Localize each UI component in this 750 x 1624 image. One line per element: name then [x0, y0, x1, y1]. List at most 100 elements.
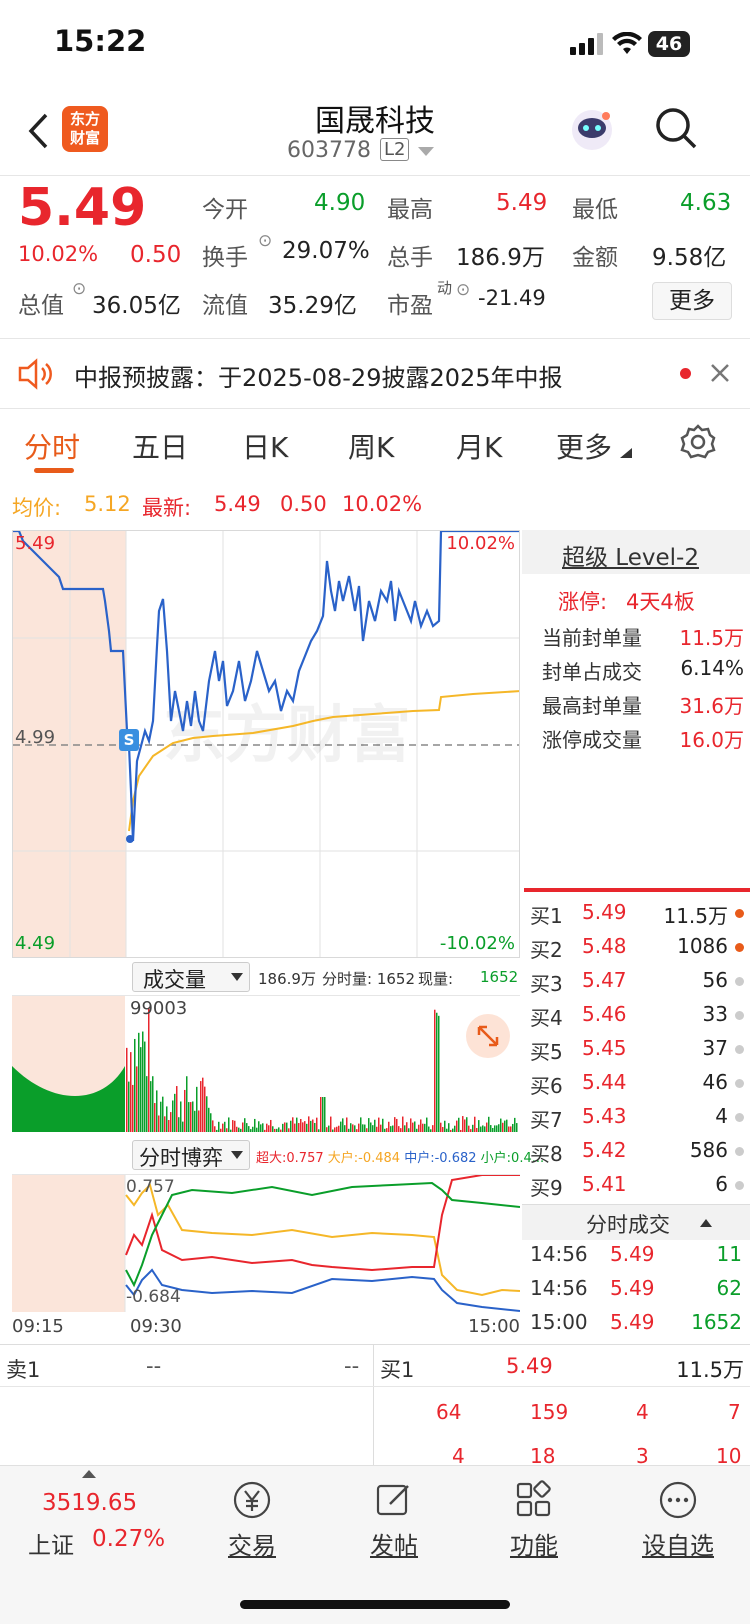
- volume-bar: [332, 1129, 334, 1132]
- stock-code: 603778: [287, 138, 371, 163]
- volume-current: 1652: [480, 968, 519, 986]
- sell-signal-marker[interactable]: S: [119, 729, 139, 751]
- tab-more[interactable]: 更多: [556, 426, 612, 466]
- l2-value-2: 6.14%: [680, 656, 744, 680]
- dropdown-icon[interactable]: [418, 147, 434, 157]
- index-name[interactable]: 上证: [28, 1526, 74, 1560]
- volume-bar: [470, 1129, 472, 1132]
- float-label: 流值: [202, 293, 248, 319]
- l2-label-3: 最高封单量: [542, 694, 642, 718]
- volume-bar: [148, 1007, 150, 1132]
- nav-post[interactable]: 发帖: [334, 1480, 454, 1561]
- volume-bar: [138, 1032, 140, 1132]
- volume-bar: [212, 1120, 214, 1132]
- index-pct[interactable]: 0.27%: [92, 1526, 165, 1552]
- tab-underline: [34, 468, 74, 473]
- volume-bar: [456, 1120, 458, 1132]
- volume-header: 成交量 186.9万 分时量: 1652 现量: 1652: [12, 958, 520, 996]
- l2-label-2: 封单占成交: [542, 660, 642, 684]
- volume-bar: [308, 1116, 310, 1132]
- sell1-vol: --: [344, 1354, 360, 1378]
- buy1-label: 买1: [380, 1358, 415, 1382]
- volume-bar: [388, 1121, 390, 1132]
- robot-avatar-icon[interactable]: [568, 106, 616, 154]
- volume-bar: [232, 1120, 234, 1132]
- capital-flow-selector[interactable]: 分时博弈: [132, 1140, 250, 1170]
- info-icon[interactable]: ⊙: [258, 231, 272, 251]
- level2-title[interactable]: 超级 Level-2: [562, 538, 699, 572]
- nav-functions[interactable]: 功能: [474, 1480, 594, 1561]
- volume-bar: [412, 1122, 414, 1132]
- queue-2: 159: [530, 1400, 569, 1424]
- latest-pct: 10.02%: [342, 492, 423, 516]
- price-label-bottom: 4.49: [15, 933, 56, 954]
- info-icon[interactable]: ⊙: [72, 279, 86, 299]
- volume-bar: [294, 1123, 296, 1132]
- close-icon[interactable]: [710, 363, 730, 383]
- nav-trade[interactable]: 交易: [192, 1480, 312, 1561]
- expand-button[interactable]: [466, 1014, 510, 1058]
- volume-bar: [176, 1086, 178, 1132]
- volume-bar: [366, 1128, 368, 1132]
- order-dot: [735, 1045, 744, 1054]
- volume-bar: [474, 1116, 476, 1132]
- volume-chart[interactable]: 99003: [12, 996, 520, 1132]
- volume-bar: [226, 1128, 228, 1132]
- volume-bar: [290, 1120, 292, 1132]
- more-circle-icon: [659, 1481, 697, 1519]
- buy-level-volume: 56: [702, 968, 728, 992]
- latest-value: 5.49: [214, 492, 261, 516]
- index-value[interactable]: 3519.65: [42, 1490, 137, 1516]
- level-badge[interactable]: L2: [380, 138, 410, 161]
- volume-bar: [462, 1116, 464, 1132]
- volume-bar: [136, 1066, 138, 1132]
- volume-bar: [256, 1127, 258, 1132]
- stock-header: 东方 财富 国晟科技 603778 L2: [0, 90, 750, 176]
- volume-bar: [228, 1117, 230, 1132]
- volume-bar: [250, 1129, 252, 1132]
- capital-flow-chart[interactable]: 0.757 -0.684: [12, 1174, 520, 1312]
- volume-bar: [444, 1120, 446, 1132]
- order-dot: [735, 1147, 744, 1156]
- expand-up-icon[interactable]: [82, 1470, 96, 1479]
- volume-chart-svg: [12, 996, 518, 1132]
- tab-day-k[interactable]: 日K: [242, 426, 288, 466]
- more-button[interactable]: 更多: [652, 282, 732, 320]
- info-icon[interactable]: ⊙: [456, 280, 470, 300]
- collapse-icon: [700, 1219, 712, 1227]
- buy-level-price: 5.41: [582, 1172, 627, 1196]
- volume-bar: [378, 1117, 380, 1132]
- volume-bar: [210, 1113, 212, 1132]
- price-chart[interactable]: 东方财富 5.49 4.99 4.49 10.02% -10.02% S: [12, 530, 520, 958]
- notice-bar[interactable]: 中报预披露：于2025-08-29披露2025年中报: [0, 338, 750, 408]
- queue-1: 64: [436, 1400, 462, 1424]
- tab-intraday[interactable]: 分时: [24, 426, 80, 466]
- volume-selector[interactable]: 成交量: [132, 962, 250, 992]
- volume-bar: [222, 1123, 224, 1132]
- tick-volume: 1652: [691, 1310, 742, 1334]
- buy-level-label: 买8: [530, 1142, 563, 1166]
- ticks-header[interactable]: 分时成交: [522, 1204, 750, 1240]
- volume-bar: [432, 1125, 434, 1132]
- queue-4: 7: [728, 1400, 741, 1424]
- volume-bar: [208, 1107, 210, 1132]
- tab-week-k[interactable]: 周K: [348, 426, 394, 466]
- volume-bar: [202, 1077, 204, 1132]
- volume-bar: [190, 1102, 192, 1132]
- volume-bar: [434, 1009, 436, 1132]
- volume-value: 186.9万: [456, 245, 545, 271]
- home-indicator: [240, 1600, 510, 1609]
- buy-level-volume: 37: [702, 1036, 728, 1060]
- tab-five-day[interactable]: 五日: [132, 426, 188, 466]
- search-icon[interactable]: [654, 106, 698, 150]
- volume-bar: [498, 1124, 500, 1132]
- buy-level-label: 买7: [530, 1108, 563, 1132]
- volume-bar: [372, 1125, 374, 1132]
- nav-add-watchlist[interactable]: 设自选: [618, 1480, 738, 1561]
- volume-bar: [418, 1124, 420, 1132]
- volume-bar: [238, 1127, 240, 1132]
- tick-time: 14:56: [530, 1242, 588, 1266]
- volume-bar: [188, 1102, 190, 1132]
- settings-icon[interactable]: [680, 424, 716, 460]
- tab-month-k[interactable]: 月K: [456, 426, 502, 466]
